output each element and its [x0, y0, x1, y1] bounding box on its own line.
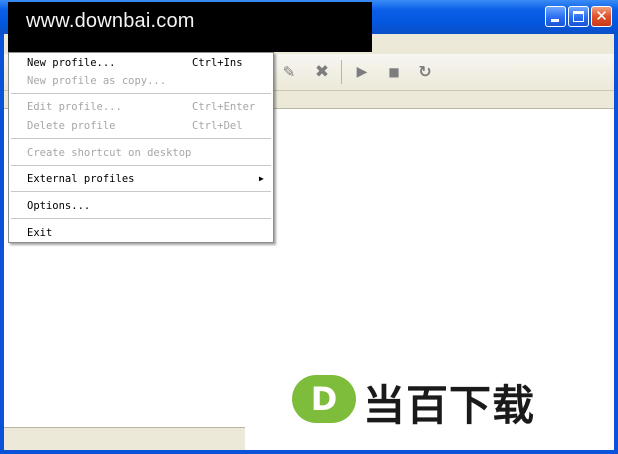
- menu-separator: [11, 165, 271, 166]
- maximize-icon: [573, 11, 584, 22]
- watermark-brand-text: 当百下载: [363, 381, 536, 430]
- minimize-icon: [551, 19, 559, 22]
- menu-separator: [11, 218, 271, 219]
- menu-item-label: New profile...: [27, 57, 116, 69]
- menu-separator: [11, 191, 271, 192]
- watermark-banner: www.downbai.com: [8, 2, 372, 52]
- menu-item-label: Create shortcut on desktop: [27, 147, 192, 159]
- pencil-icon[interactable]: ✎: [279, 62, 299, 82]
- toolbar-separator: [341, 60, 342, 84]
- watermark-logo-icon: D: [292, 375, 356, 423]
- menu-item-edit-profile[interactable]: Edit profile... Ctrl+Enter: [27, 99, 257, 115]
- submenu-arrow-icon: ▶: [259, 174, 264, 183]
- menu-separator: [11, 93, 271, 94]
- menu-item-label: New profile as copy...: [27, 75, 167, 87]
- menu-item-new-profile[interactable]: New profile... Ctrl+Ins: [27, 55, 257, 71]
- menu-item-label: External profiles: [27, 173, 135, 185]
- menu-item-label: Delete profile: [27, 120, 116, 132]
- watermark-url: www.downbai.com: [26, 10, 195, 32]
- menu-item-label: Options...: [27, 200, 91, 212]
- menu-item-label: Exit: [27, 227, 53, 239]
- window-frame-bottom: [0, 450, 618, 454]
- x-icon[interactable]: ✖: [312, 62, 332, 82]
- close-icon: ✕: [595, 7, 608, 25]
- menu-separator: [11, 138, 271, 139]
- app-window: ✕ ✎ ✖ ▶ ■ ↻ www.downbai.com New profile.…: [0, 0, 618, 454]
- menu-item-label: Edit profile...: [27, 101, 122, 113]
- close-button[interactable]: ✕: [591, 6, 612, 27]
- menu-item-shortcut: Ctrl+Del: [192, 120, 243, 132]
- refresh-icon[interactable]: ↻: [415, 62, 435, 82]
- stop-icon[interactable]: ■: [384, 62, 404, 82]
- maximize-button[interactable]: [568, 6, 589, 27]
- menu-item-options[interactable]: Options...: [27, 198, 257, 214]
- menu-item-shortcut: Ctrl+Ins: [192, 57, 243, 69]
- minimize-button[interactable]: [545, 6, 566, 27]
- menu-item-delete-profile[interactable]: Delete profile Ctrl+Del: [27, 118, 257, 134]
- file-menu-dropdown: New profile... Ctrl+Ins New profile as c…: [8, 52, 274, 243]
- watermark-logo-block: D 当百下载: [245, 340, 614, 450]
- window-frame-right: [614, 34, 618, 454]
- menu-item-shortcut: Ctrl+Enter: [192, 101, 256, 113]
- menu-item-new-profile-as-copy[interactable]: New profile as copy...: [27, 73, 257, 89]
- menu-item-create-shortcut[interactable]: Create shortcut on desktop: [27, 145, 257, 161]
- menu-item-external-profiles[interactable]: External profiles ▶: [27, 171, 264, 187]
- play-icon[interactable]: ▶: [352, 62, 372, 82]
- menu-item-exit[interactable]: Exit: [27, 225, 257, 241]
- watermark-logo-letter: D: [310, 380, 338, 418]
